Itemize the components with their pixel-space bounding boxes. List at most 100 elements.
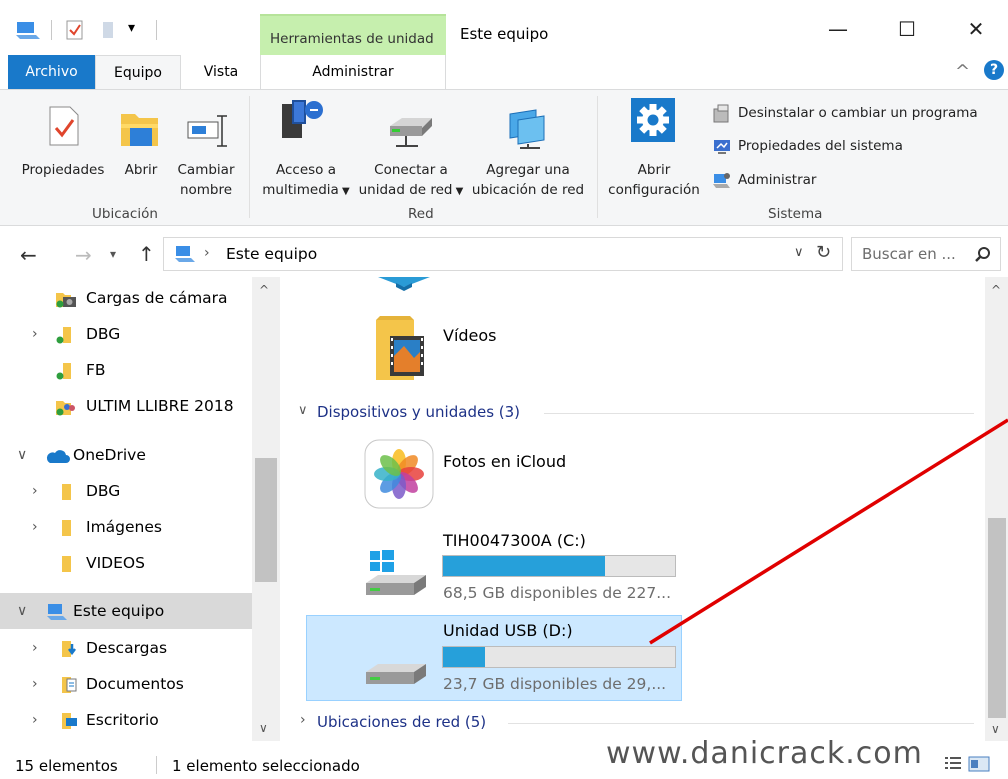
rename-label-line2: nombre [179, 182, 233, 198]
scroll-down-arrow-icon[interactable]: ∨ [259, 721, 268, 735]
system-properties-icon [714, 140, 730, 154]
properties-button[interactable]: Propiedades [14, 96, 112, 200]
expand-chevron-icon[interactable]: › [300, 712, 306, 728]
context-tab-header: Herramientas de unidad [260, 14, 446, 55]
content-scrollbar-thumb[interactable] [988, 518, 1006, 718]
icloud-photos-icon [364, 439, 434, 509]
nav-item-dbg[interactable]: › DBG [0, 316, 252, 352]
expand-chevron-icon[interactable]: › [32, 326, 38, 342]
watermark-text: www.danicrack.com [606, 736, 923, 771]
item-videos[interactable]: Vídeos [370, 312, 670, 384]
section-header-network[interactable]: › Ubicaciones de red (5) [298, 712, 978, 736]
collapse-chevron-icon[interactable]: ∨ [17, 603, 27, 619]
nav-scrollbar-thumb[interactable] [255, 458, 277, 582]
help-icon[interactable]: ? [984, 60, 1004, 80]
breadcrumb-este-equipo[interactable]: Este equipo [226, 245, 317, 263]
refresh-icon[interactable]: ↻ [816, 242, 831, 263]
folder-synced-icon [56, 327, 71, 344]
tab-vista[interactable]: Vista [188, 55, 254, 89]
map-drive-label-line2: unidad de red ▼ [358, 182, 464, 198]
scroll-down-arrow-icon[interactable]: ∨ [991, 722, 1000, 736]
search-icon[interactable] [974, 246, 992, 264]
breadcrumb-chevron-icon[interactable]: › [204, 245, 210, 261]
nav-label: Imágenes [86, 518, 162, 536]
selection-count: 1 elemento seleccionado [172, 757, 360, 775]
recent-locations-chevron-icon[interactable]: ▾ [110, 247, 116, 261]
open-button[interactable]: Abrir [116, 96, 166, 200]
details-view-icon[interactable] [944, 755, 962, 773]
folder-icon [62, 556, 71, 572]
rename-button[interactable]: Cambiar nombre [170, 96, 242, 200]
properties-check-icon[interactable] [65, 20, 85, 40]
dropdown-arrow-icon: ▼ [338, 186, 350, 197]
drive-name: Unidad USB (D:) [443, 621, 573, 640]
section-header-label: Ubicaciones de red (5) [317, 713, 487, 731]
computer-icon[interactable] [14, 20, 44, 40]
system-properties-button[interactable]: Propiedades del sistema [712, 135, 903, 157]
nav-item-escritorio[interactable]: › Escritorio [0, 702, 252, 738]
add-network-location-button[interactable]: Agregar una ubicación de red [468, 96, 588, 200]
up-arrow-icon[interactable]: ↑ [138, 242, 155, 266]
expand-chevron-icon[interactable]: › [32, 712, 38, 728]
nav-item-onedrive[interactable]: ∨ OneDrive [0, 437, 252, 473]
manage-button[interactable]: Administrar [712, 169, 816, 191]
nav-item-ultim-llibre-2018[interactable]: ULTIM LLIBRE 2018 [0, 388, 252, 424]
nav-item-descargas[interactable]: › Descargas [0, 630, 252, 666]
scroll-up-arrow-icon[interactable]: ^ [991, 283, 1001, 297]
nav-item-este-equipo[interactable]: ∨ Este equipo [0, 593, 252, 629]
nav-item-fb[interactable]: FB [0, 352, 252, 388]
collapse-chevron-icon[interactable]: ∨ [17, 447, 27, 463]
customize-toolbar-chevron-icon[interactable]: ▾ [128, 20, 135, 36]
folder-synced-icon [56, 363, 71, 380]
folder-open-icon [121, 114, 158, 146]
nav-item-imagenes[interactable]: › Imágenes [0, 509, 252, 545]
forward-arrow-icon[interactable]: → [75, 243, 92, 267]
search-placeholder: Buscar en ... [862, 245, 956, 263]
network-drive-icon [390, 118, 432, 147]
collapse-chevron-icon[interactable]: ∨ [298, 403, 308, 418]
rename-label-line1: Cambiar [177, 162, 235, 178]
media-access-button[interactable]: Acceso a multimedia ▼ [258, 96, 354, 200]
nav-label: ULTIM LLIBRE 2018 [86, 397, 234, 415]
expand-chevron-icon[interactable]: › [32, 640, 38, 656]
map-drive-label-line1: Conectar a [374, 162, 448, 178]
item-drive-d-selected[interactable]: Unidad USB (D:) 23,7 GB disponibles de 2… [306, 615, 682, 701]
back-arrow-icon[interactable]: ← [20, 243, 37, 267]
nav-item-documentos[interactable]: › Documentos [0, 666, 252, 702]
add-location-label-line1: Agregar una [486, 162, 570, 178]
search-box[interactable]: Buscar en ... [851, 237, 1001, 271]
address-history-chevron-icon[interactable]: ∨ [794, 245, 804, 260]
tiles-view-icon[interactable] [968, 755, 990, 773]
properties-icon [49, 106, 79, 146]
item-drive-c[interactable]: TIH0047300A (C:) 68,5 GB disponibles de … [360, 527, 690, 609]
close-button[interactable]: ✕ [953, 12, 999, 46]
navigation-bar: ← → ▾ ↑ › Este equipo ∨ ↻ Buscar en ... [0, 227, 1008, 277]
new-folder-icon[interactable] [100, 20, 118, 40]
status-separator [156, 756, 157, 774]
minimize-button[interactable]: — [815, 12, 861, 46]
group-label-ubicacion: Ubicación [92, 206, 158, 222]
add-location-label-line2: ubicación de red [471, 182, 585, 198]
nav-item-onedrive-dbg[interactable]: › DBG [0, 473, 252, 509]
expand-chevron-icon[interactable]: › [32, 676, 38, 692]
tab-archivo[interactable]: Archivo [8, 55, 95, 89]
open-settings-button[interactable]: Abrir configuración [604, 96, 704, 200]
media-server-icon [282, 100, 323, 138]
nav-item-videos[interactable]: VIDEOS [0, 545, 252, 581]
system-properties-label: Propiedades del sistema [738, 138, 903, 154]
maximize-button[interactable]: ☐ [884, 12, 930, 46]
tab-equipo[interactable]: Equipo [95, 55, 181, 90]
address-bar[interactable]: › Este equipo ∨ ↻ [163, 237, 843, 271]
uninstall-program-button[interactable]: Desinstalar o cambiar un programa [712, 102, 978, 124]
map-network-drive-button[interactable]: Conectar a unidad de red ▼ [356, 96, 466, 200]
expand-chevron-icon[interactable]: › [32, 483, 38, 499]
collapse-ribbon-icon[interactable]: ^ [955, 61, 970, 82]
expand-chevron-icon[interactable]: › [32, 519, 38, 535]
computer-icon [47, 604, 67, 620]
3d-objects-icon [378, 277, 430, 291]
item-icloud-photos[interactable]: Fotos en iCloud [360, 437, 680, 513]
tab-administrar[interactable]: Administrar [260, 55, 446, 89]
scroll-up-arrow-icon[interactable]: ^ [259, 283, 269, 297]
section-header-devices[interactable]: ∨ Dispositivos y unidades (3) [298, 402, 978, 426]
nav-item-cargas-de-camara[interactable]: Cargas de cámara [0, 280, 252, 316]
